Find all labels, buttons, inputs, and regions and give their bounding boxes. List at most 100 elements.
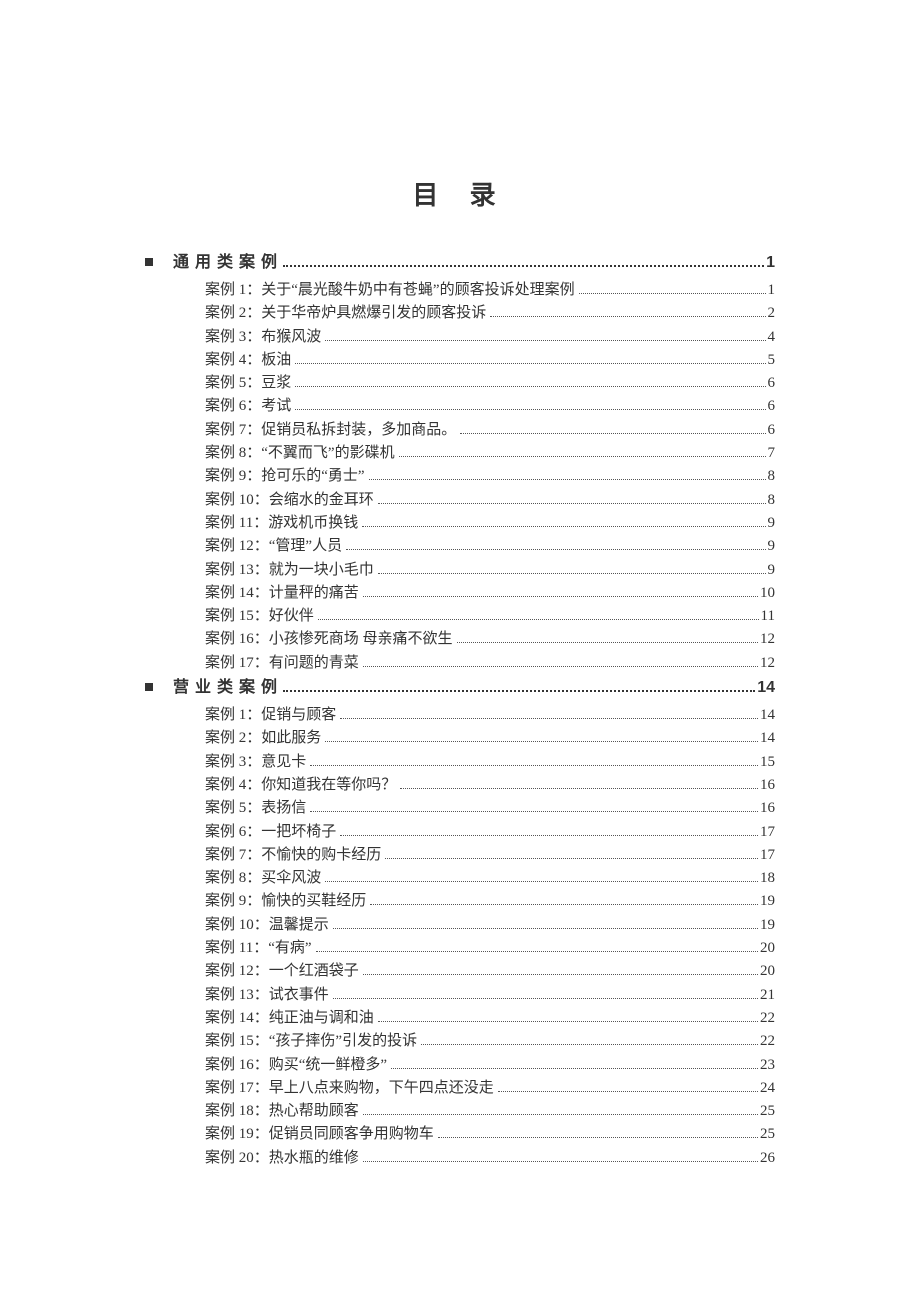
- dot-leader: [318, 619, 759, 620]
- toc-entry: 案例 8：买伞风波18: [145, 867, 775, 890]
- entry-label: 案例 17：早上八点来购物，下午四点还没走: [205, 1077, 494, 1100]
- entry-label: 案例 15：好伙伴: [205, 605, 314, 628]
- toc-title: 目 录: [145, 175, 775, 212]
- toc-entry: 案例 10：会缩水的金耳环8: [145, 489, 775, 512]
- entry-page: 6: [768, 372, 776, 395]
- dot-leader: [325, 340, 765, 341]
- section-label: 通用类案例: [173, 252, 283, 274]
- toc-entry: 案例 15：“孩子摔伤”引发的投诉 22: [145, 1030, 775, 1053]
- entry-page: 22: [760, 1007, 775, 1030]
- entry-page: 12: [760, 652, 775, 675]
- toc-entry: 案例 15：好伙伴 11: [145, 605, 775, 628]
- toc-section-header: 通用类案例1: [145, 252, 775, 274]
- entry-label: 案例 5：表扬信: [205, 797, 306, 820]
- dot-leader: [310, 811, 758, 812]
- entry-label: 案例 11：游戏机币换钱: [205, 512, 358, 535]
- entry-label: 案例 1：关于“晨光酸牛奶中有苍蝇”的顾客投诉处理案例: [205, 279, 575, 302]
- toc-entry: 案例 13：就为一块小毛巾9: [145, 559, 775, 582]
- toc-section-header: 营业类案例14: [145, 677, 775, 699]
- dot-leader: [378, 573, 766, 574]
- dot-leader: [490, 316, 765, 317]
- entry-page: 6: [768, 419, 776, 442]
- entry-label: 案例 9：抢可乐的“勇士”: [205, 465, 365, 488]
- dot-leader: [421, 1044, 758, 1045]
- entry-label: 案例 12：一个红酒袋子: [205, 960, 359, 983]
- entry-label: 案例 14：计量秤的痛苦: [205, 582, 359, 605]
- toc-entry: 案例 4：你知道我在等你吗？16: [145, 774, 775, 797]
- dot-leader: [325, 881, 758, 882]
- entry-label: 案例 18：热心帮助顾客: [205, 1100, 359, 1123]
- entry-page: 26: [760, 1147, 775, 1170]
- entry-page: 9: [768, 512, 776, 535]
- dot-leader: [295, 363, 765, 364]
- toc-section: 营业类案例14案例 1：促销与顾客14案例 2：如此服务14案例 3：意见卡15…: [145, 677, 775, 1170]
- toc-entry: 案例 12：“管理”人员9: [145, 535, 775, 558]
- toc-entry: 案例 12：一个红酒袋子 20: [145, 960, 775, 983]
- entry-label: 案例 5：豆浆: [205, 372, 291, 395]
- dot-leader: [333, 998, 758, 999]
- entry-page: 10: [760, 582, 775, 605]
- entry-label: 案例 14：纯正油与调和油: [205, 1007, 374, 1030]
- entry-page: 22: [760, 1030, 775, 1053]
- toc-entry: 案例 16：购买“统一鲜橙多”23: [145, 1054, 775, 1077]
- entry-label: 案例 2：关于华帝炉具燃爆引发的顾客投诉: [205, 302, 486, 325]
- toc-entry: 案例 13：试衣事件 21: [145, 984, 775, 1007]
- entry-page: 8: [768, 465, 776, 488]
- entry-page: 17: [760, 844, 775, 867]
- toc-entry: 案例 4：板油5: [145, 349, 775, 372]
- entry-page: 7: [768, 442, 776, 465]
- dot-leader: [391, 1068, 758, 1069]
- toc-entry: 案例 14：纯正油与调和油 22: [145, 1007, 775, 1030]
- toc-entry: 案例 14：计量秤的痛苦 10: [145, 582, 775, 605]
- toc-entry: 案例 7：促销员私拆封装，多加商品。6: [145, 419, 775, 442]
- entry-label: 案例 6：考试: [205, 395, 291, 418]
- toc-entry: 案例 9：抢可乐的“勇士” 8: [145, 465, 775, 488]
- entry-label: 案例 6：一把坏椅子: [205, 821, 336, 844]
- entry-page: 6: [768, 395, 776, 418]
- entry-page: 9: [768, 535, 776, 558]
- entry-page: 18: [760, 867, 775, 890]
- entry-page: 5: [768, 349, 776, 372]
- entry-page: 8: [768, 489, 776, 512]
- entry-label: 案例 9：愉快的买鞋经历: [205, 890, 366, 913]
- square-bullet-icon: [145, 258, 153, 266]
- dot-leader: [438, 1137, 758, 1138]
- toc-entry: 案例 7：不愉快的购卡经历17: [145, 844, 775, 867]
- entry-label: 案例 3：布猴风波: [205, 326, 321, 349]
- dot-leader: [378, 503, 766, 504]
- dot-leader: [369, 479, 766, 480]
- entry-label: 案例 2：如此服务: [205, 727, 321, 750]
- entry-page: 23: [760, 1054, 775, 1077]
- entry-label: 案例 3：意见卡: [205, 751, 306, 774]
- entry-label: 案例 15：“孩子摔伤”引发的投诉: [205, 1030, 417, 1053]
- entry-page: 15: [760, 751, 775, 774]
- entry-page: 20: [760, 960, 775, 983]
- entry-page: 17: [760, 821, 775, 844]
- toc-body: 通用类案例1 案例 1：关于“晨光酸牛奶中有苍蝇”的顾客投诉处理案例1案例 2：关…: [145, 252, 775, 1170]
- entry-page: 14: [760, 704, 775, 727]
- entry-label: 案例 8：“不翼而飞”的影碟机: [205, 442, 395, 465]
- dot-leader: [457, 642, 758, 643]
- entry-page: 25: [760, 1100, 775, 1123]
- section-label: 营业类案例: [173, 677, 283, 699]
- toc-entry: 案例 17：早上八点来购物，下午四点还没走24: [145, 1077, 775, 1100]
- dot-leader: [460, 433, 765, 434]
- entry-label: 案例 1：促销与顾客: [205, 704, 336, 727]
- entry-label: 案例 19：促销员同顾客争用购物车: [205, 1123, 434, 1146]
- dot-leader: [325, 741, 758, 742]
- entry-page: 11: [761, 605, 775, 628]
- entry-label: 案例 10：温馨提示: [205, 914, 329, 937]
- toc-entry: 案例 1：关于“晨光酸牛奶中有苍蝇”的顾客投诉处理案例1: [145, 279, 775, 302]
- entry-label: 案例 13：试衣事件: [205, 984, 329, 1007]
- dot-leader: [346, 549, 765, 550]
- entry-page: 16: [760, 797, 775, 820]
- dot-leader: [363, 596, 758, 597]
- entry-page: 16: [760, 774, 775, 797]
- dot-leader: [400, 788, 758, 789]
- dot-leader: [295, 386, 765, 387]
- toc-entry: 案例 17：有问题的青菜12: [145, 652, 775, 675]
- dot-leader: [340, 835, 758, 836]
- entry-page: 25: [760, 1123, 775, 1146]
- entry-page: 21: [760, 984, 775, 1007]
- dot-leader: [363, 1161, 758, 1162]
